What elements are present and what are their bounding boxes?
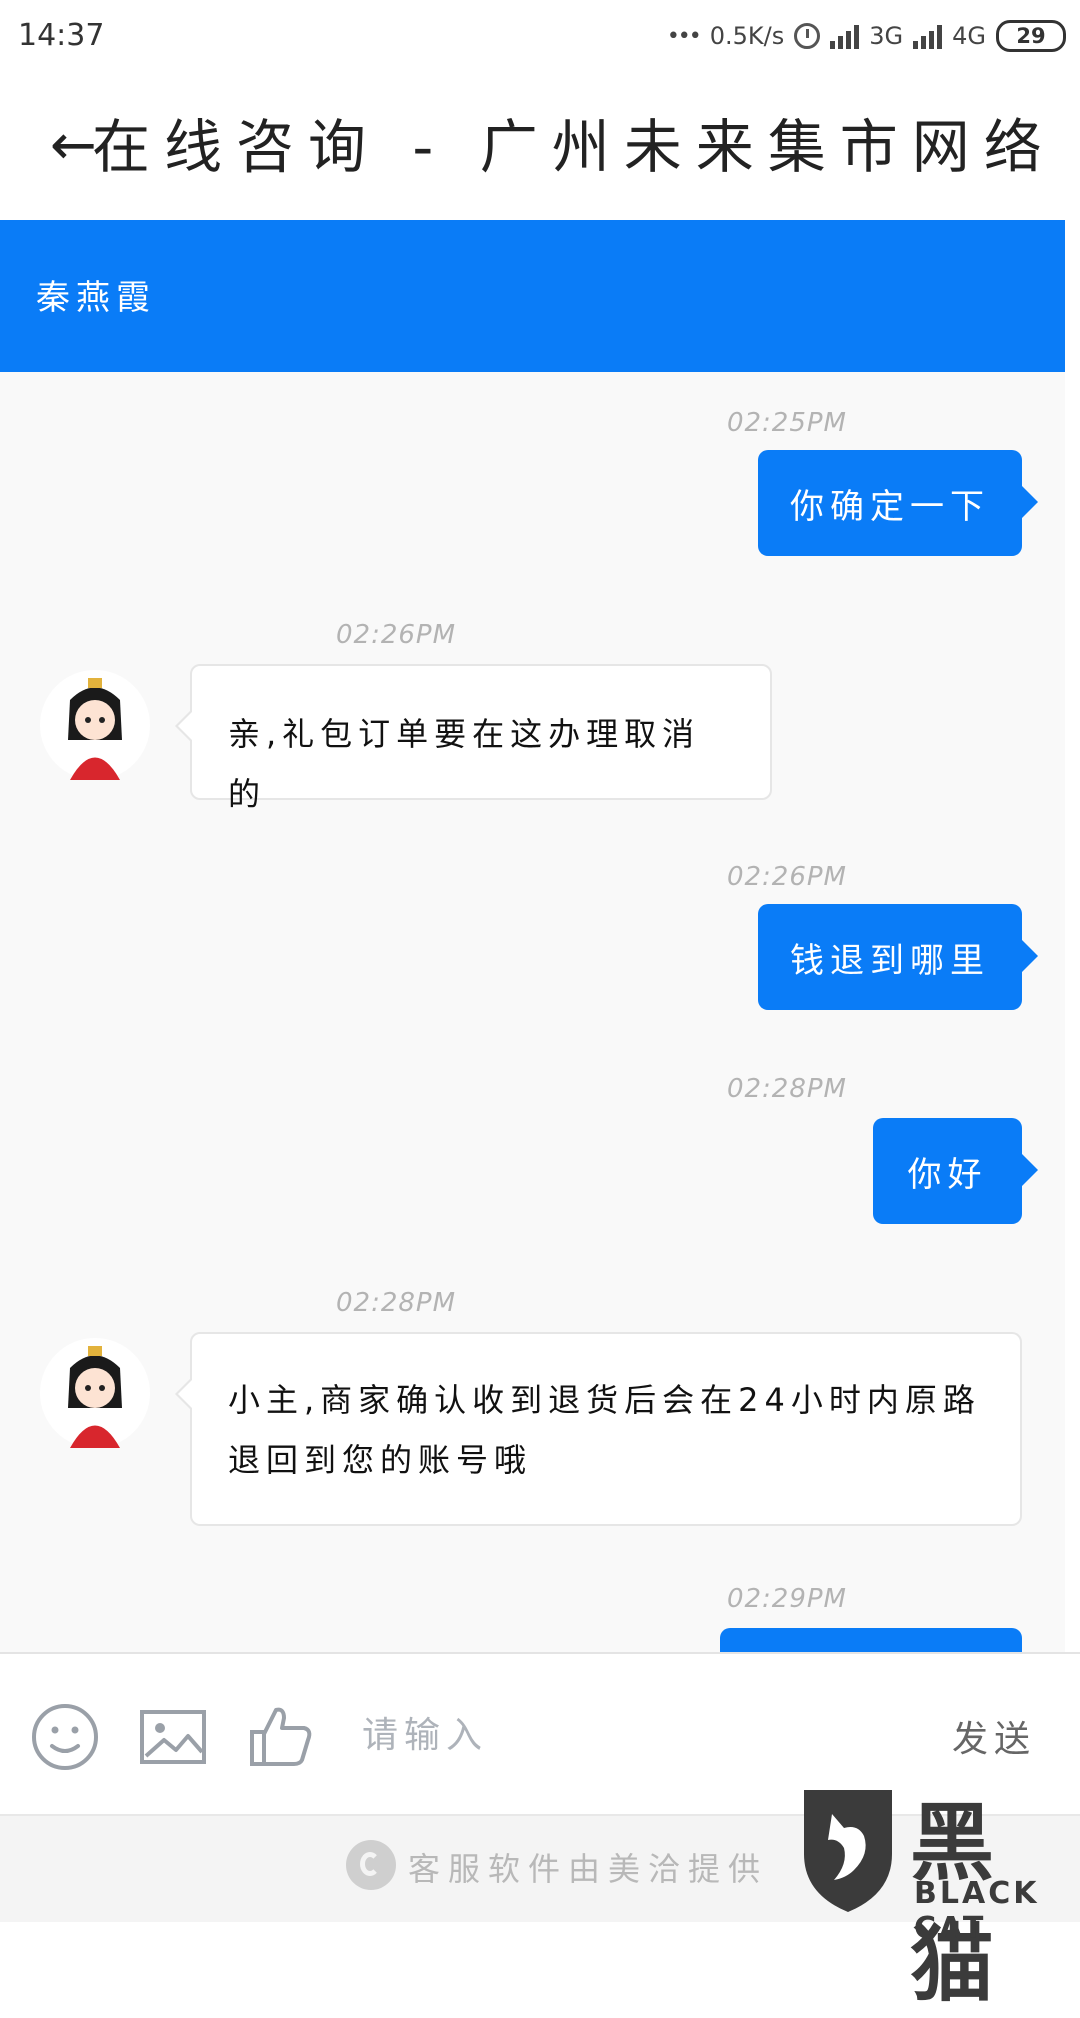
message-timestamp: 02:26PM: [726, 862, 847, 892]
back-arrow-icon[interactable]: ←: [50, 116, 97, 176]
watermark: 黑猫 BLACK CAT: [798, 1780, 1068, 2013]
thumbs-up-icon[interactable]: [246, 1702, 316, 1772]
title-bar: ← 在线咨询 - 广州未来集市网络: [0, 72, 1080, 220]
agent-avatar: [40, 670, 150, 780]
status-time: 14:37: [18, 18, 105, 53]
net-speed: 0.5K/s: [709, 22, 785, 50]
outgoing-message[interactable]: 你确定一下: [758, 450, 1038, 556]
agent-bar: 秦燕霞: [0, 220, 1065, 372]
agent-avatar: [40, 1338, 150, 1448]
black-cat-logo-icon: [804, 1790, 892, 1912]
alarm-icon: [794, 23, 821, 49]
status-bar: 14:37 ••• 0.5K/s 3G 4G 29: [0, 0, 1080, 72]
network-type-2: 4G: [952, 22, 986, 50]
status-indicators: ••• 0.5K/s 3G 4G 29: [667, 14, 1066, 58]
chat-area[interactable]: 02:25PM 你确定一下 02:26PM 亲,礼包订单要在这办理取消的 02:…: [0, 372, 1065, 1652]
emoji-icon[interactable]: [30, 1702, 100, 1772]
outgoing-message[interactable]: 你好: [873, 1118, 1038, 1224]
incoming-message[interactable]: 亲,礼包订单要在这办理取消的: [175, 664, 772, 813]
page-title: 在线咨询 - 广州未来集市网络: [92, 113, 1056, 181]
signal-icon: [830, 23, 860, 49]
message-timestamp: 02:28PM: [336, 1288, 457, 1318]
outgoing-message[interactable]: [720, 1628, 1022, 1652]
message-timestamp: 02:29PM: [726, 1584, 847, 1614]
footer-text: 客服软件由美洽提供: [408, 1850, 769, 1888]
watermark-text-en: BLACK CAT: [914, 1876, 1040, 1946]
image-icon[interactable]: [138, 1702, 208, 1772]
agent-name: 秦燕霞: [36, 278, 156, 318]
network-type-1: 3G: [869, 22, 904, 50]
message-timestamp: 02:26PM: [336, 620, 457, 650]
message-timestamp: 02:25PM: [726, 408, 847, 438]
outgoing-message[interactable]: 钱退到哪里: [758, 904, 1038, 1010]
send-button[interactable]: 发送: [952, 1710, 1036, 1762]
battery-icon: 29: [996, 20, 1066, 52]
signal-icon-2: [913, 23, 943, 49]
meiqia-logo-icon: [346, 1840, 396, 1890]
more-dots-icon: •••: [666, 23, 702, 49]
message-input[interactable]: [360, 1704, 864, 1766]
message-timestamp: 02:28PM: [726, 1074, 847, 1104]
incoming-message[interactable]: 小主,商家确认收到退货后会在24小时内原路退回到您的账号哦: [175, 1332, 1022, 1526]
